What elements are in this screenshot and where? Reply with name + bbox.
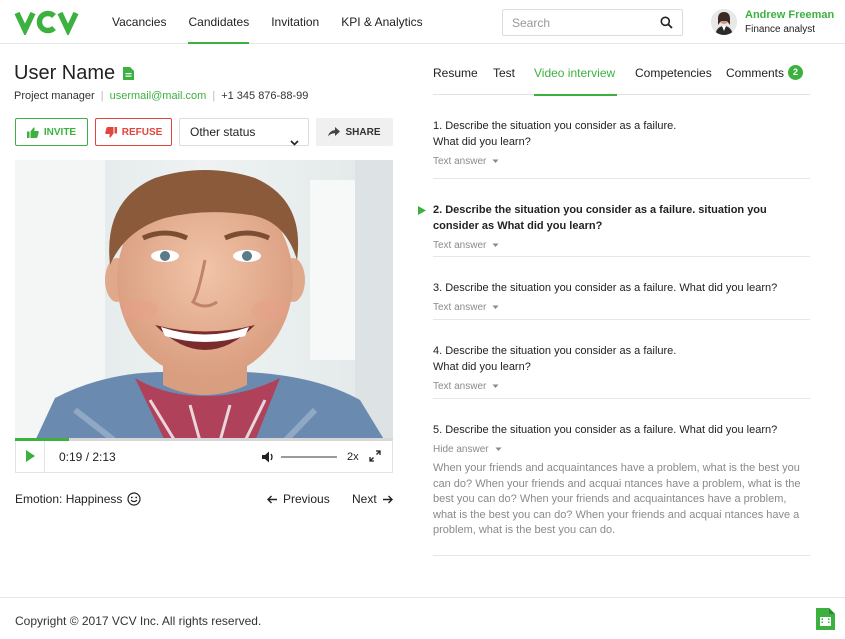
nav-kpi-analytics[interactable]: KPI & Analytics	[341, 0, 422, 44]
question-text: 4. Describe the situation you consider a…	[433, 345, 677, 373]
arrow-right-icon	[382, 495, 393, 503]
nav-candidates[interactable]: Candidates	[188, 0, 249, 44]
candidate-name: User Name	[14, 62, 116, 84]
answer-toggle-label: Text answer	[433, 240, 487, 251]
question-text: 2. Describe the situation you consider a…	[433, 204, 767, 232]
question-text: 3. Describe the situation you consider a…	[433, 282, 778, 294]
chevron-down-icon	[495, 447, 502, 451]
chevron-down-icon	[492, 384, 499, 388]
arrow-left-icon	[267, 495, 277, 503]
comments-count-badge: 2	[788, 65, 803, 80]
next-button[interactable]: Next	[352, 492, 393, 506]
playback-speed[interactable]: 2x	[347, 451, 359, 463]
answer-toggle[interactable]: Text answer	[433, 156, 810, 167]
chevron-down-icon	[492, 305, 499, 309]
document-icon[interactable]	[123, 67, 134, 83]
candidate-email[interactable]: usermail@mail.com	[110, 90, 207, 102]
answer-toggle-label: Text answer	[433, 381, 487, 392]
thumbs-up-icon	[26, 126, 39, 138]
vcv-logo[interactable]	[14, 9, 80, 35]
tab-resume[interactable]: Resume	[433, 58, 478, 95]
smile-icon	[127, 492, 141, 506]
previous-button[interactable]: Previous	[267, 492, 330, 506]
emotion-indicator: Emotion: Happiness	[15, 492, 141, 506]
tab-test[interactable]: Test	[493, 58, 515, 95]
search-icon[interactable]	[660, 16, 673, 32]
tab-comments[interactable]: Comments	[726, 58, 784, 95]
tab-video-interview[interactable]: Video interview	[534, 58, 617, 96]
tab-competencies[interactable]: Competencies	[635, 58, 712, 95]
invite-button[interactable]: INVITE	[15, 118, 88, 146]
fullscreen-icon[interactable]	[369, 450, 381, 465]
answer-toggle-label: Hide answer	[433, 444, 489, 455]
chevron-down-icon	[492, 243, 499, 247]
user-name[interactable]: Andrew Freeman	[745, 9, 834, 21]
answer-toggle[interactable]: Text answer	[433, 240, 810, 251]
search-box	[502, 9, 683, 36]
chevron-down-icon	[492, 159, 499, 163]
question-item[interactable]: 1. Describe the situation you consider a…	[433, 95, 810, 179]
video-player[interactable]	[15, 160, 393, 441]
refuse-label: REFUSE	[121, 126, 163, 138]
thumbs-down-icon	[104, 126, 117, 138]
share-label: SHARE	[345, 126, 381, 138]
refuse-button[interactable]: REFUSE	[95, 118, 172, 146]
answer-text: When your friends and acquaintances have…	[433, 462, 801, 536]
share-arrow-icon	[328, 127, 341, 137]
question-text: 1. Describe the situation you consider a…	[433, 120, 677, 148]
meta-separator: |	[100, 90, 104, 102]
answer-toggle[interactable]: Text answer	[433, 381, 810, 392]
current-question-arrow-icon	[418, 204, 426, 218]
play-icon[interactable]	[25, 450, 36, 465]
page-footer: Copyright © 2017 VCV Inc. All rights res…	[0, 597, 845, 639]
emotion-label: Emotion: Happiness	[15, 492, 123, 506]
volume-slider[interactable]	[281, 456, 337, 458]
question-item[interactable]: 5. Describe the situation you consider a…	[433, 399, 810, 556]
main-nav: Vacancies Candidates Invitation KPI & An…	[112, 0, 445, 44]
answer-toggle-label: Text answer	[433, 302, 487, 313]
next-label: Next	[352, 492, 377, 506]
copyright-text: Copyright © 2017 VCV Inc. All rights res…	[15, 614, 262, 628]
video-time: 0:19 / 2:13	[59, 450, 116, 464]
meta-separator: |	[212, 90, 216, 102]
status-select-value: Other status	[190, 125, 256, 139]
volume-icon[interactable]	[262, 451, 275, 466]
question-list: 1. Describe the situation you consider a…	[418, 95, 810, 556]
candidate-tabs: Resume Test Video interview Competencies…	[433, 58, 810, 96]
user-avatar[interactable]	[711, 9, 737, 35]
answer-toggle-label: Text answer	[433, 156, 487, 167]
answer-toggle[interactable]: Hide answer	[433, 444, 810, 455]
question-item[interactable]: 2. Describe the situation you consider a…	[418, 179, 810, 257]
search-input[interactable]	[512, 15, 657, 30]
video-controls: 0:19 / 2:13 2x	[15, 441, 393, 473]
question-item[interactable]: 3. Describe the situation you consider a…	[433, 257, 810, 320]
invite-label: INVITE	[43, 126, 77, 138]
candidate-position: Project manager	[14, 90, 95, 102]
user-role: Finance analyst	[745, 24, 816, 35]
chevron-down-icon	[290, 129, 299, 155]
candidate-phone: +1 345 876-88-99	[221, 90, 309, 102]
candidate-meta: Project manager | usermail@mail.com | +1 345…	[14, 90, 308, 102]
video-frame-image	[15, 160, 393, 441]
status-select[interactable]: Other status	[179, 118, 309, 146]
question-item[interactable]: 4. Describe the situation you consider a…	[433, 320, 810, 399]
question-text: 5. Describe the situation you consider a…	[433, 424, 778, 436]
video-file-icon[interactable]	[816, 608, 835, 633]
controls-divider	[44, 441, 45, 472]
nav-vacancies[interactable]: Vacancies	[112, 0, 166, 44]
share-button[interactable]: SHARE	[316, 118, 393, 146]
nav-invitation[interactable]: Invitation	[271, 0, 319, 44]
top-header: Vacancies Candidates Invitation KPI & An…	[0, 0, 845, 44]
answer-toggle[interactable]: Text answer	[433, 302, 810, 313]
previous-label: Previous	[283, 492, 330, 506]
